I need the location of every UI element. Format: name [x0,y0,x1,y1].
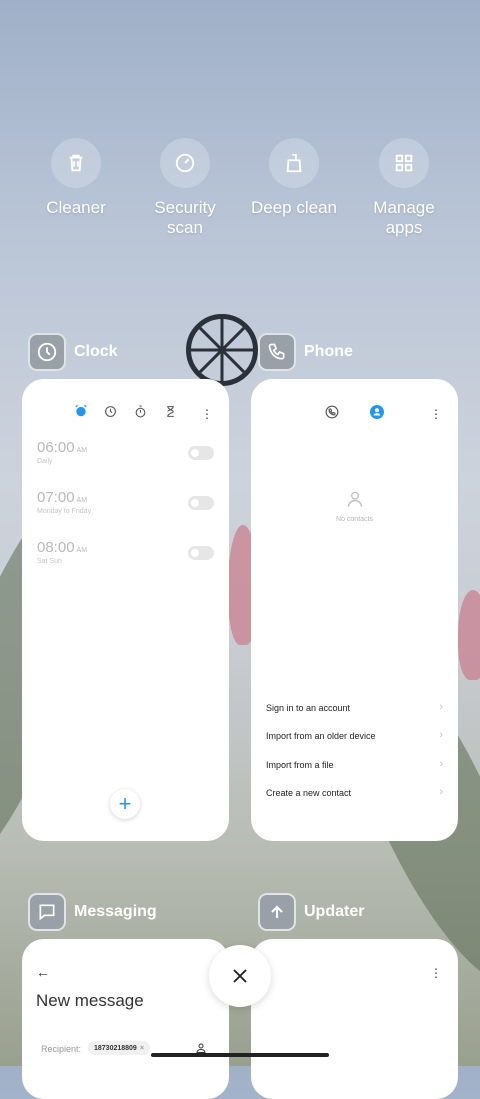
contact-picker-icon[interactable] [195,1041,207,1060]
close-icon [233,969,247,983]
back-arrow-icon[interactable]: ← [36,964,50,980]
updater-app-card[interactable]: ⋮ [251,939,458,1099]
recipient-label: Recipient: [41,1044,82,1054]
upload-arrow-icon [258,893,296,931]
stopwatch-tab-icon[interactable] [133,403,149,419]
security-scan-label: Security scan [154,198,216,237]
cleaner-button[interactable]: Cleaner [21,138,131,218]
messaging-app-name: Messaging [74,903,157,920]
phone-app-name: Phone [304,343,353,360]
chevron-right-icon: › [439,701,443,713]
add-alarm-button[interactable]: + [110,789,140,819]
person-icon [345,488,365,515]
import-file-option[interactable]: Import from a file › [266,758,443,770]
updater-app-name: Updater [304,903,365,920]
clock-app-name: Clock [74,343,118,360]
phone-app-card[interactable]: ⋮ No contacts Sign in to an account › Imp… [251,379,458,841]
deep-clean-button[interactable]: Deep clean [239,138,349,218]
messaging-app-card[interactable]: ← New message Recipient: 18730218809 × [22,939,229,1099]
chevron-right-icon: › [439,729,443,741]
more-options-icon[interactable]: ⋮ [430,966,442,980]
more-options-icon[interactable]: ⋮ [201,407,213,421]
clock-tabs [22,379,229,419]
cleaner-label: Cleaner [46,198,106,217]
close-icon[interactable]: × [140,1045,144,1052]
manage-apps-button[interactable]: Manage apps [349,138,459,238]
alarm-tab-icon[interactable] [73,403,89,419]
chevron-right-icon: › [439,758,443,770]
message-icon [28,893,66,931]
recipient-chip[interactable]: 18730218809 × [88,1041,150,1055]
messaging-app-header[interactable]: Messaging [28,893,157,931]
alarm-toggle[interactable] [188,446,214,460]
contacts-tab-icon[interactable] [370,405,384,419]
no-contacts-text: No contacts [336,516,373,523]
gauge-icon [160,138,210,188]
close-all-button[interactable] [209,945,271,1007]
phone-icon [258,333,296,371]
home-indicator[interactable] [151,1053,329,1057]
sign-in-option[interactable]: Sign in to an account › [266,701,443,713]
clock-app-card[interactable]: ⋮ 06:00 AM Daily 07:00 AM Monday to Friday… [22,379,229,841]
alarm-toggle[interactable] [188,496,214,510]
timer-tab-icon[interactable] [163,403,179,419]
more-options-icon[interactable]: ⋮ [430,407,442,421]
ferris-wheel [186,314,258,386]
updater-app-header[interactable]: Updater [258,893,364,931]
grid-icon [379,138,429,188]
world-clock-tab-icon[interactable] [103,403,119,419]
alarm-toggle[interactable] [188,546,214,560]
phone-app-header[interactable]: Phone [258,333,353,371]
security-scan-button[interactable]: Security scan [130,138,240,238]
create-contact-option[interactable]: Create a new contact › [266,786,443,798]
call-log-tab-icon[interactable] [325,405,339,424]
broom-icon [269,138,319,188]
clock-app-header[interactable]: Clock [28,333,118,371]
new-message-title: New message [36,991,144,1010]
clock-icon [28,333,66,371]
deep-clean-label: Deep clean [250,198,337,217]
manage-apps-label: Manage apps [373,198,435,237]
chevron-right-icon: › [439,786,443,798]
import-older-device-option[interactable]: Import from an older device › [266,729,443,741]
trash-icon [51,138,101,188]
